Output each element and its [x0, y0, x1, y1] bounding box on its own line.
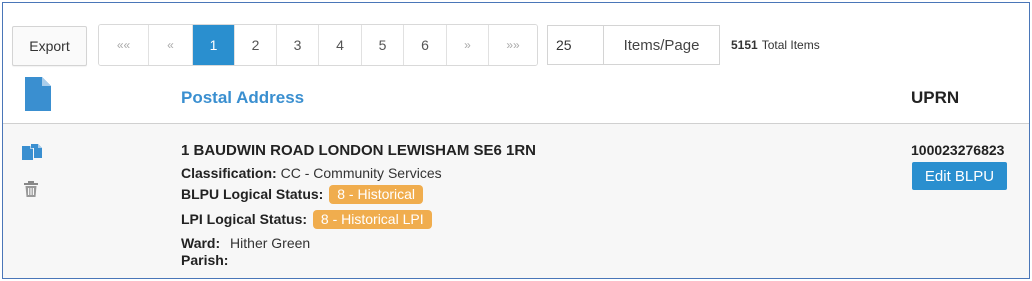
document-icon [25, 77, 51, 116]
uprn-value: 100023276823 [911, 142, 1005, 158]
page-5-button[interactable]: 5 [362, 25, 404, 65]
items-per-page-button[interactable]: Items/Page [603, 25, 720, 65]
page-4-button[interactable]: 4 [319, 25, 362, 65]
column-header-postal-address[interactable]: Postal Address [181, 88, 304, 108]
lpi-status-line: LPI Logical Status: 8 - Historical LPI [181, 210, 432, 229]
parish-label: Parish: [181, 252, 229, 268]
page-next-button[interactable]: » [447, 25, 489, 65]
page-3-button[interactable]: 3 [277, 25, 319, 65]
table-row: 1 BAUDWIN ROAD LONDON LEWISHAM SE6 1RN C… [3, 123, 1029, 278]
items-per-page-input[interactable]: 25 [547, 25, 604, 65]
ward-line: Ward: Hither Green [181, 235, 310, 251]
page-2-button[interactable]: 2 [235, 25, 277, 65]
page-first-button[interactable]: «« [99, 25, 149, 65]
classification-label: Classification: [181, 165, 277, 181]
page-6-button[interactable]: 6 [404, 25, 447, 65]
total-items-label: Total Items [761, 38, 820, 52]
lpi-status-label: LPI Logical Status: [181, 211, 308, 227]
export-button[interactable]: Export [12, 26, 87, 66]
address-search-results-panel: Export «« « 1 2 3 4 5 6 » »» 25 Items/Pa… [2, 2, 1030, 279]
blpu-status-line: BLPU Logical Status: 8 - Historical [181, 185, 424, 204]
ward-value: Hither Green [230, 235, 311, 251]
page-last-button[interactable]: »» [489, 25, 537, 65]
postal-address-text: 1 BAUDWIN ROAD LONDON LEWISHAM SE6 1RN [181, 142, 537, 159]
parish-line: Parish: [181, 252, 228, 268]
total-items: 5151 Total Items [731, 38, 820, 52]
blpu-status-label: BLPU Logical Status: [181, 186, 324, 202]
table-header: Postal Address UPRN [3, 77, 1029, 123]
blpu-status-badge: 8 - Historical [329, 185, 424, 204]
copy-icon[interactable] [22, 144, 42, 169]
lpi-status-badge: 8 - Historical LPI [312, 210, 432, 229]
page-prev-button[interactable]: « [149, 25, 193, 65]
page-1-button[interactable]: 1 [193, 25, 235, 65]
trash-icon[interactable] [24, 181, 38, 202]
total-items-count: 5151 [731, 38, 758, 52]
ward-label: Ward: [181, 235, 221, 251]
pagination: «« « 1 2 3 4 5 6 » »» [98, 24, 538, 66]
edit-blpu-button[interactable]: Edit BLPU [912, 162, 1007, 190]
classification-value: CC - Community Services [280, 165, 442, 181]
column-header-uprn: UPRN [911, 88, 960, 107]
classification-line: Classification: CC - Community Services [181, 165, 442, 181]
